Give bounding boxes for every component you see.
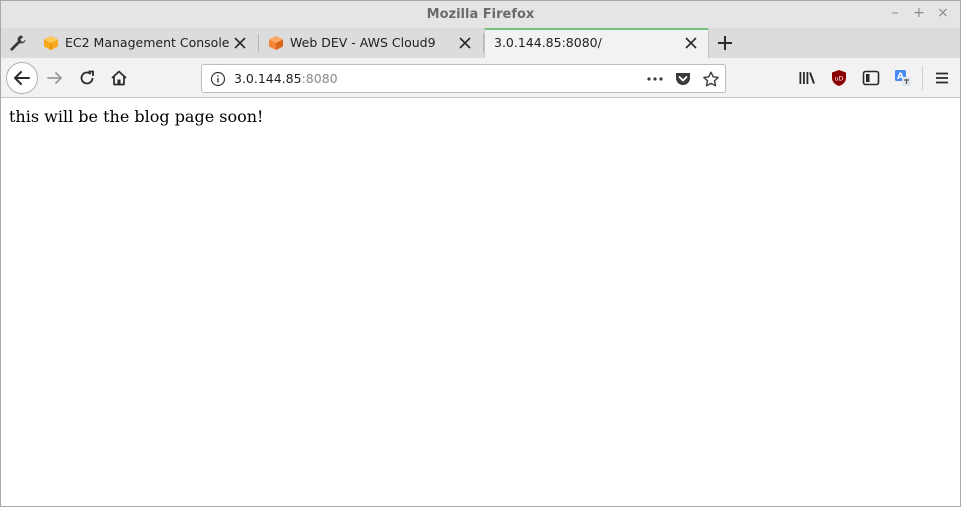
url-port: :8080: [301, 71, 338, 86]
page-content: this will be the blog page soon!: [1, 99, 960, 506]
close-tab-icon[interactable]: [233, 36, 247, 50]
close-tab-icon[interactable]: [684, 36, 698, 50]
address-bar[interactable]: 3.0.144.85:8080: [201, 64, 726, 93]
close-window-button[interactable]: ×: [935, 5, 951, 21]
tab-label: EC2 Management Console: [65, 35, 230, 50]
svg-text:uD: uD: [835, 76, 844, 83]
cloud9-icon: [269, 36, 283, 50]
library-icon[interactable]: [798, 69, 816, 87]
sidebar-icon[interactable]: [862, 69, 880, 87]
hamburger-menu-icon[interactable]: [933, 69, 951, 87]
maximize-button[interactable]: +: [911, 5, 927, 21]
tab-cloud9[interactable]: Web DEV - AWS Cloud9: [259, 28, 484, 58]
site-info-icon[interactable]: [210, 71, 226, 87]
back-arrow-icon: [14, 71, 30, 85]
reload-icon[interactable]: [78, 69, 96, 87]
toolbar-divider: [922, 66, 923, 90]
window-title: Mozilla Firefox: [426, 7, 535, 22]
page-actions-icon[interactable]: [646, 71, 664, 87]
page-message: this will be the blog page soon!: [9, 107, 264, 126]
aws-cube-icon: [44, 36, 58, 50]
tab-strip: EC2 Management Console Web DEV - AWS Clo…: [1, 28, 960, 58]
browser-window: Mozilla Firefox – + × EC2 Management Con…: [0, 0, 961, 507]
back-button[interactable]: [6, 62, 38, 94]
wrench-icon[interactable]: [9, 34, 27, 52]
active-tab-indicator: [485, 28, 708, 30]
url-text[interactable]: 3.0.144.85:8080: [234, 71, 338, 86]
tab-label: Web DEV - AWS Cloud9: [290, 35, 436, 50]
title-bar: Mozilla Firefox – + ×: [1, 1, 960, 28]
tab-ec2-console[interactable]: EC2 Management Console: [34, 28, 259, 58]
url-host: 3.0.144.85: [234, 71, 302, 86]
forward-arrow-icon[interactable]: [46, 69, 64, 87]
new-tab-plus-icon[interactable]: [715, 33, 735, 53]
pocket-icon[interactable]: [674, 71, 692, 87]
bookmark-star-icon[interactable]: [702, 71, 720, 87]
close-tab-icon[interactable]: [458, 36, 472, 50]
tab-blog-page[interactable]: 3.0.144.85:8080/: [484, 28, 709, 58]
translate-icon[interactable]: A: [894, 69, 912, 87]
tab-label: 3.0.144.85:8080/: [494, 35, 602, 50]
navigation-toolbar: 3.0.144.85:8080 uD A: [1, 58, 960, 98]
home-icon[interactable]: [110, 69, 128, 87]
minimize-button[interactable]: –: [887, 5, 903, 21]
ublock-origin-icon[interactable]: uD: [830, 69, 848, 87]
